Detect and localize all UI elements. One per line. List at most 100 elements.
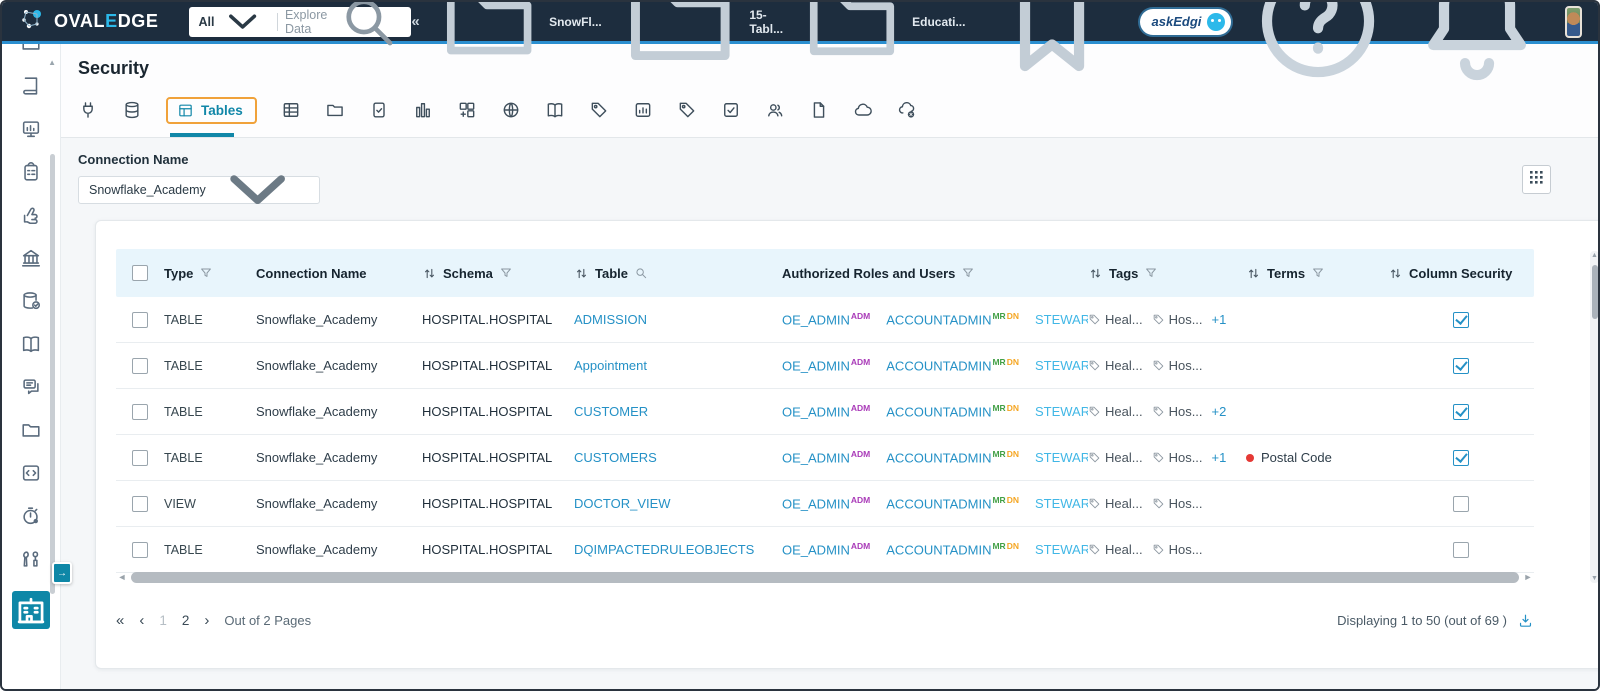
sidebar-expander-button[interactable]: → [52,562,72,584]
column-security-checkbox[interactable] [1453,541,1469,558]
authorized-user-link[interactable]: STEWARD... [1035,404,1088,419]
tab-tables[interactable]: Tables [166,96,257,137]
nav-collaboration[interactable] [20,376,42,398]
sort-icon[interactable] [422,266,437,281]
tab-services[interactable] [897,100,917,120]
page-button-1[interactable]: 1 [159,613,167,628]
tab-charts[interactable] [413,100,433,120]
tag-chip[interactable]: Heal... [1088,450,1143,465]
nav-scheduler[interactable] [20,505,42,527]
tab-files[interactable] [325,100,345,120]
help-icon[interactable] [1246,2,1390,94]
breadcrumb-item-1[interactable]: SnowFl... [435,2,602,76]
tag-chip[interactable]: Heal... [1088,358,1143,373]
row-checkbox[interactable] [132,403,148,420]
page-button-2[interactable]: 2 [182,613,190,628]
nav-projects[interactable] [20,161,42,183]
tab-databases[interactable] [122,100,142,120]
authorized-user-link[interactable]: STEWARD... [1035,496,1088,511]
authorized-user-link[interactable]: ACCOUNTADMINMRDN [886,495,1019,511]
authorized-user-link[interactable]: OE_ADMINADM [782,541,870,557]
tab-documents[interactable] [809,100,829,120]
authorized-user-link[interactable]: STEWARD... [1035,358,1088,373]
global-search[interactable]: All Explore Data [188,2,412,46]
sidebar-scrollbar[interactable] [50,154,55,594]
column-security-checkbox[interactable] [1453,403,1469,420]
collapse-breadcrumbs-button[interactable]: « [411,13,419,30]
select-all-checkbox[interactable] [132,265,148,281]
nav-reports[interactable] [20,118,42,140]
row-checkbox[interactable] [132,449,148,466]
authorized-user-link[interactable]: OE_ADMINADM [782,495,870,511]
breadcrumb-item-2[interactable]: 15-Tabl... [617,2,783,85]
filter-icon[interactable] [961,266,975,280]
authorized-user-link[interactable]: ACCOUNTADMINMRDN [886,403,1019,419]
tag-chip[interactable]: Hos... [1152,312,1203,327]
tag-chip[interactable]: Hos... [1152,496,1203,511]
scroll-down-icon[interactable]: ▼ [1591,575,1598,582]
notifications-button[interactable]: 299 [1405,2,1549,94]
authorized-user-link[interactable]: OE_ADMINADM [782,403,870,419]
askedgi-button[interactable]: askEdgi [1139,8,1232,35]
authorized-user-link[interactable]: OE_ADMINADM [782,311,870,327]
table-link[interactable]: ADMISSION [574,312,647,327]
tag-chip[interactable]: Hos... [1152,542,1203,557]
column-settings-button[interactable] [1522,165,1551,194]
authorized-user-link[interactable]: OE_ADMINADM [782,357,870,373]
column-security-checkbox[interactable] [1453,449,1469,466]
nav-query-sheet[interactable] [20,462,42,484]
tab-glossary[interactable] [545,100,565,120]
tab-reports[interactable] [633,100,653,120]
table-link[interactable]: CUSTOMERS [574,450,657,465]
tab-users[interactable] [765,100,785,120]
nav-governance[interactable] [20,247,42,269]
scroll-right-icon[interactable]: ► [1522,572,1534,582]
connection-name-select[interactable]: Snowflake_Academy [78,175,320,205]
scroll-left-icon[interactable]: ◄ [116,572,128,582]
nav-literature[interactable] [20,75,42,97]
row-checkbox[interactable] [132,357,148,374]
tag-chip[interactable]: Heal... [1088,496,1143,511]
prev-page-button[interactable]: ‹ [139,612,144,629]
table-horizontal-scrollbar[interactable]: ◄ ► [116,571,1534,583]
tab-connectors[interactable] [78,100,98,120]
search-input[interactable]: Explore Data [285,8,327,36]
nav-clipped-top[interactable] [20,44,42,54]
breadcrumb-item-3[interactable]: Educati... [798,2,965,76]
tag-chip[interactable]: Hos... [1152,450,1203,465]
tab-columns[interactable] [281,100,301,120]
tag-chip[interactable]: Heal... [1088,312,1143,327]
vertical-scroll-thumb[interactable] [1591,265,1598,319]
tag-chip[interactable]: Heal... [1088,404,1143,419]
tab-file-objects[interactable] [369,100,389,120]
nav-security[interactable] [12,591,50,629]
nav-tools[interactable] [20,548,42,570]
sort-icon[interactable] [1388,266,1403,281]
tab-labels[interactable] [677,100,697,120]
search-icon[interactable] [335,2,401,55]
filter-icon[interactable] [499,266,513,280]
tags-more-link[interactable]: +1 [1212,312,1227,327]
sort-icon[interactable] [574,266,589,281]
table-link[interactable]: DOCTOR_VIEW [574,496,671,511]
tags-more-link[interactable]: +2 [1212,404,1227,419]
column-security-checkbox[interactable] [1453,357,1469,374]
table-link[interactable]: Appointment [574,358,647,373]
authorized-user-link[interactable]: ACCOUNTADMINMRDN [886,449,1019,465]
row-checkbox[interactable] [132,311,148,328]
bookmark-icon[interactable] [980,2,1124,94]
search-icon[interactable] [634,266,648,280]
nav-data-quality[interactable] [20,290,42,312]
authorized-user-link[interactable]: STEWARD... [1035,542,1088,557]
scroll-up-icon[interactable]: ▲ [1591,252,1598,259]
row-checkbox[interactable] [132,541,148,558]
column-security-checkbox[interactable] [1453,495,1469,512]
search-scope-dropdown[interactable]: All [199,2,269,47]
authorized-user-link[interactable]: STEWARD... [1035,312,1088,327]
tags-more-link[interactable]: +1 [1212,450,1227,465]
nav-files[interactable] [20,419,42,441]
tab-cloud[interactable] [853,100,873,120]
nav-certification[interactable] [20,204,42,226]
sidebar-scroll-up-icon[interactable]: ▲ [48,58,56,67]
nav-glossary[interactable] [20,333,42,355]
